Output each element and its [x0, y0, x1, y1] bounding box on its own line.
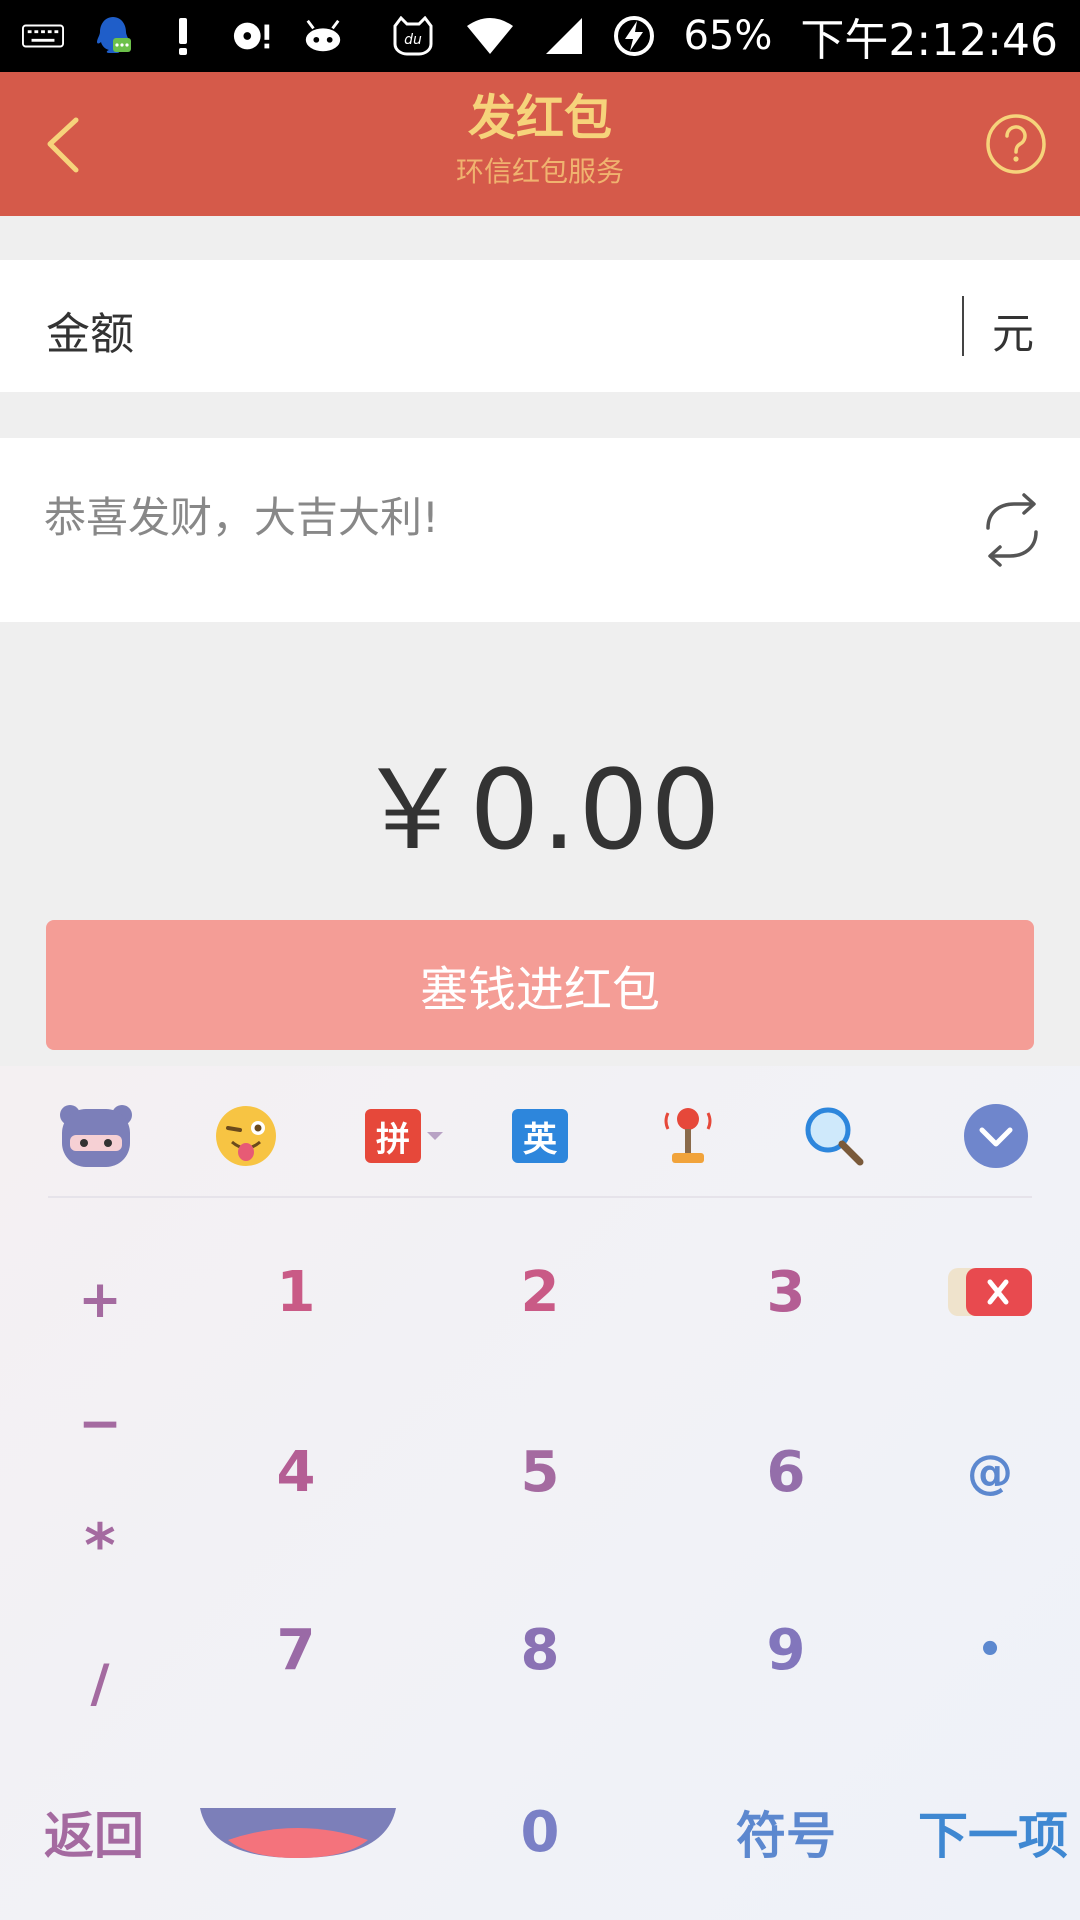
symbols-key[interactable]: 符号	[724, 1782, 848, 1882]
help-button[interactable]	[984, 112, 1048, 176]
key-minus[interactable]: −	[40, 1384, 160, 1464]
du-mascot-button[interactable]	[54, 1096, 138, 1176]
keyboard-toolbar: 拼 英	[0, 1066, 1080, 1196]
amount-unit: 元	[992, 309, 1035, 358]
status-left	[22, 15, 344, 57]
english-keyboard-button[interactable]: 英	[500, 1096, 580, 1176]
send-red-packet-button[interactable]: 塞钱进红包	[46, 920, 1034, 1050]
backspace-icon	[948, 1268, 1032, 1316]
battery-percent: 65%	[683, 13, 773, 59]
amount-input[interactable]	[300, 290, 944, 362]
wifi-icon	[465, 15, 515, 57]
greeting-row[interactable]: 恭喜发财，大吉大利!	[0, 438, 1080, 622]
qq-chat-icon	[92, 15, 134, 57]
cell-signal-icon	[543, 15, 585, 57]
greeting-input[interactable]: 恭喜发财，大吉大利!	[44, 484, 439, 545]
emoji-button[interactable]	[206, 1096, 286, 1176]
page-title: 发红包	[467, 90, 612, 146]
toolbar-divider	[48, 1196, 1032, 1198]
title-block: 发红包 环信红包服务	[0, 90, 1080, 190]
numeric-keyboard: 拼 英 + − * / 1 2 3 4 5 6 7 8 9 0 @ • 返回 符…	[0, 1066, 1080, 1920]
pinyin-keyboard-button[interactable]: 拼	[360, 1096, 450, 1176]
question-circle-icon	[986, 114, 1046, 174]
key-1[interactable]: 1	[236, 1242, 356, 1342]
next-field-key[interactable]: 下一项	[910, 1782, 1076, 1882]
refresh-greeting-button[interactable]	[980, 490, 1044, 570]
status-right: du 65% 下午2:12:46	[389, 4, 1058, 68]
game-joystick-button[interactable]	[648, 1096, 728, 1176]
music-disc-icon	[232, 15, 274, 57]
du-label: du	[405, 32, 423, 48]
amount-label: 金额	[46, 309, 134, 360]
key-9[interactable]: 9	[726, 1600, 846, 1700]
space-key[interactable]	[196, 1798, 400, 1868]
search-icon	[805, 1107, 864, 1166]
joystick-icon	[664, 1108, 712, 1163]
page-subtitle: 环信红包服务	[455, 154, 624, 188]
smile-spacebar-icon	[200, 1808, 396, 1858]
key-0[interactable]: 0	[480, 1782, 600, 1882]
key-divide[interactable]: /	[40, 1644, 160, 1724]
key-5[interactable]: 5	[480, 1422, 600, 1522]
battery-charging-icon	[613, 15, 655, 57]
dropdown-caret-icon	[427, 1132, 443, 1140]
status-bar: du 65% 下午2:12:46	[0, 0, 1080, 72]
key-8[interactable]: 8	[480, 1600, 600, 1700]
keyboard-icon	[22, 15, 64, 57]
key-multiply[interactable]: *	[40, 1506, 160, 1586]
clock: 下午2:12:46	[800, 15, 1058, 66]
alert-icon	[162, 15, 204, 57]
key-2[interactable]: 2	[480, 1242, 600, 1342]
keyboard-back-key[interactable]: 返回	[34, 1782, 154, 1882]
pinyin-badge: 拼	[365, 1109, 421, 1163]
key-6[interactable]: 6	[726, 1422, 846, 1522]
search-button[interactable]	[794, 1096, 874, 1176]
chevron-down-icon	[964, 1104, 1028, 1168]
total-amount: ￥0.00	[357, 746, 723, 874]
key-dot[interactable]: •	[930, 1600, 1050, 1700]
english-badge: 英	[512, 1109, 568, 1163]
app-bar: 发红包 环信红包服务	[0, 72, 1080, 216]
key-7[interactable]: 7	[236, 1600, 356, 1700]
baidu-du-icon: du	[389, 15, 437, 57]
collapse-keyboard-button[interactable]	[956, 1096, 1036, 1176]
amount-row: 金额 元	[0, 260, 1080, 392]
backspace-key[interactable]	[930, 1242, 1050, 1342]
key-plus[interactable]: +	[40, 1260, 160, 1340]
key-4[interactable]: 4	[236, 1422, 356, 1522]
robot-icon	[302, 15, 344, 57]
key-3[interactable]: 3	[726, 1242, 846, 1342]
wink-emoji-icon	[216, 1106, 276, 1166]
text-cursor	[962, 296, 964, 356]
key-at[interactable]: @	[930, 1422, 1050, 1522]
refresh-icon	[986, 493, 1038, 567]
du-mascot-icon	[60, 1105, 132, 1167]
